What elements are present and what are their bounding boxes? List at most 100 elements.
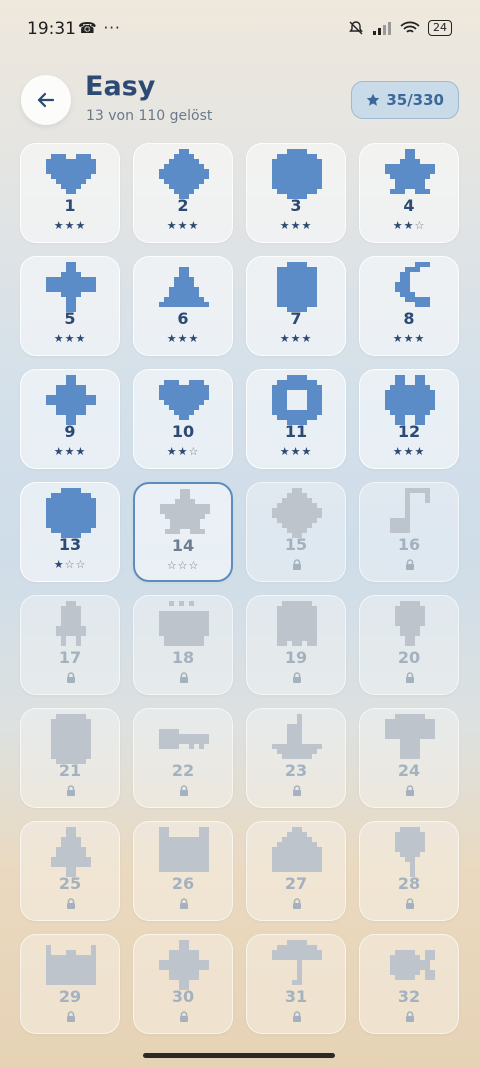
star-filled-icon: ★ (53, 558, 65, 571)
puzzle-tile[interactable]: 6 ★★★ (133, 256, 233, 356)
puzzle-tile[interactable]: 25 (20, 821, 120, 921)
puzzle-number: 9 (64, 422, 76, 441)
puzzle-number: 14 (171, 536, 195, 555)
star-icon (367, 93, 380, 106)
puzzle-number: 7 (290, 309, 302, 328)
puzzle-number: 3 (290, 196, 302, 215)
puzzle-number: 1 (64, 196, 76, 215)
heart-icon (159, 380, 209, 420)
puzzle-tile[interactable]: 17 (20, 595, 120, 695)
puzzle-number: 25 (58, 874, 82, 893)
puzzle-tile[interactable]: 16 (359, 482, 459, 582)
progress-subtitle: 13 von 110 gelöst (86, 108, 213, 124)
star-rating: ★☆☆ (21, 558, 119, 571)
puzzle-number: 21 (58, 761, 82, 780)
lock-icon (180, 672, 188, 683)
tree-icon (51, 827, 91, 877)
puzzle-tile[interactable]: 13 ★☆☆ (20, 482, 120, 582)
mushroom-icon (385, 714, 435, 759)
puzzle-tile[interactable]: 19 (246, 595, 346, 695)
moon-icon (395, 262, 430, 307)
star-rating: ★★★ (134, 332, 232, 345)
star-filled-icon: ★ (53, 219, 65, 232)
puzzle-tile[interactable]: 10 ★★☆ (133, 369, 233, 469)
puzzle-number: 11 (284, 422, 308, 441)
star-filled-icon: ★ (53, 332, 65, 345)
puzzle-number: 5 (64, 309, 76, 328)
stars-count: 35/330 (386, 91, 444, 109)
puzzle-tile[interactable]: 14 ☆☆☆ (133, 482, 233, 582)
balloon-icon (395, 827, 425, 877)
cross-icon (46, 262, 96, 312)
stars-badge[interactable]: 35/330 (351, 81, 459, 119)
puzzle-tile[interactable]: 24 (359, 708, 459, 808)
puzzle-tile[interactable]: 28 (359, 821, 459, 921)
puzzle-tile[interactable]: 22 (133, 708, 233, 808)
puzzle-tile[interactable]: 15 (246, 482, 346, 582)
puzzle-tile[interactable]: 3 ★★★ (246, 143, 346, 243)
back-button[interactable] (21, 75, 71, 125)
diamond-icon (272, 488, 322, 538)
fish-icon (390, 950, 435, 980)
puzzle-number: 15 (284, 535, 308, 554)
lock-icon (406, 1011, 414, 1022)
puzzle-number: 30 (171, 987, 195, 1006)
star-filled-icon: ★ (290, 332, 302, 345)
star-rating: ★★★ (21, 219, 119, 232)
lock-icon (180, 785, 188, 796)
puzzle-tile[interactable]: 5 ★★★ (20, 256, 120, 356)
star-icon (160, 489, 210, 534)
heart-icon (46, 154, 96, 194)
puzzle-tile[interactable]: 29 (20, 934, 120, 1034)
rocket-icon (56, 601, 86, 646)
star-filled-icon: ★ (301, 445, 313, 458)
puzzle-tile[interactable]: 8 ★★★ (359, 256, 459, 356)
puzzle-tile[interactable]: 21 (20, 708, 120, 808)
lock-icon (67, 785, 75, 796)
house-icon (272, 827, 322, 872)
star-rating: ★★★ (247, 445, 345, 458)
puzzle-tile[interactable]: 18 (133, 595, 233, 695)
star-filled-icon: ★ (301, 219, 313, 232)
star-empty-icon: ☆ (188, 559, 200, 572)
puzzle-number: 2 (177, 196, 189, 215)
boat-icon (272, 714, 322, 759)
puzzle-tile[interactable]: 2 ★★★ (133, 143, 233, 243)
puzzle-tile[interactable]: 7 ★★★ (246, 256, 346, 356)
puzzle-tile[interactable]: 1 ★★★ (20, 143, 120, 243)
puzzle-number: 28 (397, 874, 421, 893)
note-icon (390, 488, 430, 533)
puzzle-tile[interactable]: 12 ★★★ (359, 369, 459, 469)
star-empty-icon: ☆ (177, 559, 189, 572)
star-filled-icon: ★ (279, 445, 291, 458)
circle-icon (272, 149, 322, 199)
puzzle-tile[interactable]: 27 (246, 821, 346, 921)
diamond-icon (159, 149, 209, 199)
star-filled-icon: ★ (64, 445, 76, 458)
puzzle-tile[interactable]: 20 (359, 595, 459, 695)
home-indicator[interactable] (143, 1053, 335, 1058)
puzzle-number: 32 (397, 987, 421, 1006)
star-rating: ☆☆☆ (135, 559, 231, 572)
star-filled-icon: ★ (177, 332, 189, 345)
cone-icon (159, 267, 209, 307)
puzzle-tile[interactable]: 11 ★★★ (246, 369, 346, 469)
star-rating: ★★☆ (134, 445, 232, 458)
puzzle-tile[interactable]: 31 (246, 934, 346, 1034)
star-empty-icon: ☆ (75, 558, 87, 571)
puzzle-tile[interactable]: 32 (359, 934, 459, 1034)
page-title: Easy (85, 71, 156, 102)
puzzle-tile[interactable]: 4 ★★☆ (359, 143, 459, 243)
star-filled-icon: ★ (403, 219, 415, 232)
star-empty-icon: ☆ (414, 219, 426, 232)
star-rating: ★★★ (21, 445, 119, 458)
battery-icon: 24 (428, 20, 452, 36)
puzzle-tile[interactable]: 9 ★★★ (20, 369, 120, 469)
puzzle-number: 23 (284, 761, 308, 780)
puzzle-number: 4 (403, 196, 415, 215)
puzzle-number: 29 (58, 987, 82, 1006)
puzzle-number: 24 (397, 761, 421, 780)
puzzle-tile[interactable]: 26 (133, 821, 233, 921)
puzzle-tile[interactable]: 30 (133, 934, 233, 1034)
puzzle-tile[interactable]: 23 (246, 708, 346, 808)
